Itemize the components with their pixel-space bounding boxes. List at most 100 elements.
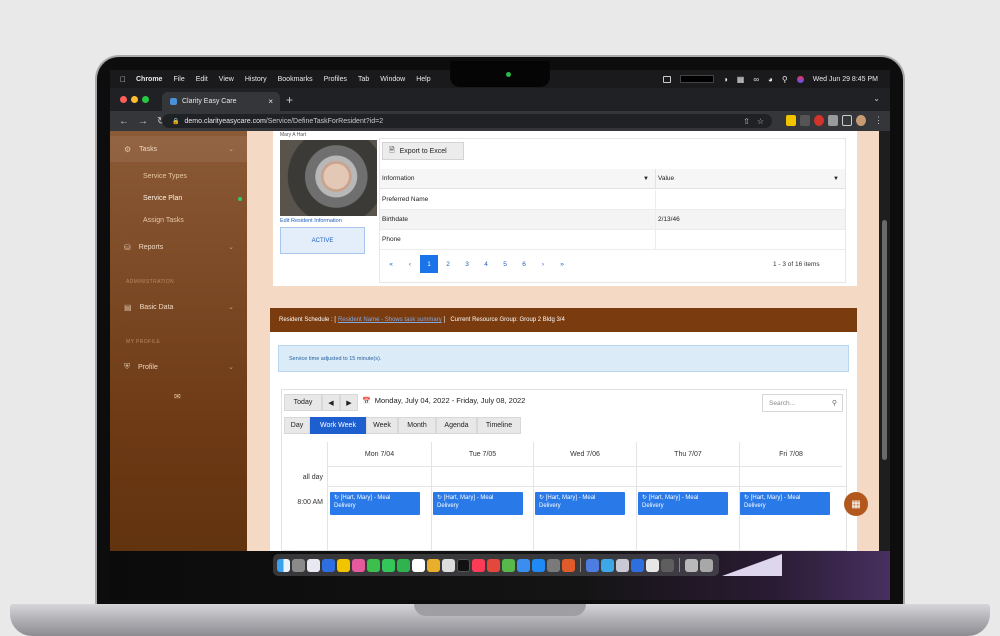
- search-input[interactable]: Search... ⚲: [762, 394, 843, 412]
- app-icon[interactable]: [616, 558, 629, 572]
- next-week-button[interactable]: ▶: [340, 394, 358, 411]
- status-icon[interactable]: [662, 75, 671, 83]
- day-header[interactable]: Fri 7/08: [739, 442, 842, 467]
- app-icon[interactable]: [457, 558, 470, 572]
- menu-profiles[interactable]: Profiles: [324, 76, 347, 83]
- pager-page-5[interactable]: 5: [496, 255, 514, 273]
- pager-prev-icon[interactable]: ‹: [401, 255, 419, 273]
- scrollbar-thumb[interactable]: [882, 220, 887, 460]
- new-tab-icon[interactable]: +: [286, 93, 293, 107]
- close-tab-icon[interactable]: ×: [268, 97, 273, 106]
- app-icon[interactable]: [661, 558, 674, 572]
- settings-icon[interactable]: [547, 558, 560, 572]
- filter-icon[interactable]: ▼: [643, 176, 649, 182]
- sidebar-subitem-assign-tasks[interactable]: Assign Tasks: [143, 217, 184, 224]
- control-icon[interactable]: ◑: [723, 75, 728, 84]
- day-header[interactable]: Thu 7/07: [636, 442, 739, 467]
- view-timeline-button[interactable]: Timeline: [477, 417, 521, 434]
- sidebar-item-tasks[interactable]: ⚙ Tasks ⌄: [110, 136, 247, 162]
- music-icon[interactable]: [472, 558, 485, 572]
- wifi-icon[interactable]: ◕: [768, 75, 773, 84]
- app-icon[interactable]: [631, 558, 644, 572]
- today-button[interactable]: Today: [284, 394, 322, 411]
- grid-status-icon[interactable]: ▦: [737, 75, 745, 84]
- finder-icon[interactable]: [277, 558, 290, 572]
- export-excel-button[interactable]: 🗎 Export to Excel: [382, 142, 464, 160]
- calendar-app-icon[interactable]: [412, 558, 425, 572]
- column-header-value[interactable]: Value ▼: [655, 169, 845, 189]
- menu-app-name[interactable]: Chrome: [136, 76, 162, 83]
- puzzle-extensions-icon[interactable]: [828, 115, 838, 126]
- view-work-week-button[interactable]: Work Week: [310, 417, 366, 434]
- edit-resident-link[interactable]: Edit Resident Information: [280, 218, 342, 224]
- calendar-event[interactable]: ↻ [Hart, Mary] - Meal Delivery: [740, 492, 830, 515]
- menu-file[interactable]: File: [173, 76, 184, 83]
- app-icon[interactable]: [562, 558, 575, 572]
- pager-first-icon[interactable]: «: [382, 255, 400, 273]
- sidebar-item-profile[interactable]: ⛨ Profile ⌄: [110, 354, 247, 380]
- pager-last-icon[interactable]: »: [553, 255, 571, 273]
- search-icon[interactable]: ⚲: [832, 399, 837, 407]
- app-icon[interactable]: [427, 558, 440, 572]
- apps-grid-icon[interactable]: ▦: [844, 492, 868, 516]
- pager-page-2[interactable]: 2: [439, 255, 457, 273]
- menu-view[interactable]: View: [219, 76, 234, 83]
- calendar-event[interactable]: ↻ [Hart, Mary] - Meal Delivery: [433, 492, 523, 515]
- extension-icon[interactable]: [814, 115, 824, 126]
- extension-icon[interactable]: [786, 115, 796, 126]
- launchpad-icon[interactable]: [292, 558, 305, 572]
- facetime-icon[interactable]: [397, 558, 410, 572]
- day-header[interactable]: Wed 7/06: [533, 442, 636, 467]
- app-icon[interactable]: [517, 558, 530, 572]
- calendar-event[interactable]: ↻ [Hart, Mary] - Meal Delivery: [535, 492, 625, 515]
- tab-search-chevron-icon[interactable]: ⌄: [873, 94, 880, 103]
- app-icon[interactable]: [601, 558, 614, 572]
- app-icon[interactable]: [337, 558, 350, 572]
- resident-summary-link[interactable]: Resident Name - Shows task summary: [338, 317, 442, 323]
- date-range[interactable]: 📅 Monday, July 04, 2022 - Friday, July 08…: [362, 396, 525, 405]
- app-store-icon[interactable]: [532, 558, 545, 572]
- search-spotlight-icon[interactable]: ⚲: [782, 75, 788, 84]
- calendar-event[interactable]: ↻ [Hart, Mary] - Meal Delivery: [330, 492, 420, 515]
- pager-page-6[interactable]: 6: [515, 255, 533, 273]
- window-zoom-button[interactable]: [142, 96, 149, 103]
- prev-week-button[interactable]: ◀: [322, 394, 340, 411]
- glasses-icon[interactable]: ∞: [753, 75, 759, 84]
- pager-page-1[interactable]: 1: [420, 255, 438, 273]
- apple-icon[interactable]: : [120, 75, 126, 84]
- day-header[interactable]: Mon 7/04: [327, 442, 431, 467]
- view-week-button[interactable]: Week: [366, 417, 398, 434]
- app-icon[interactable]: [487, 558, 500, 572]
- bookmark-star-icon[interactable]: ☆: [757, 117, 764, 126]
- app-icon[interactable]: [442, 558, 455, 572]
- status-bar-widget[interactable]: [679, 75, 714, 83]
- menubar-clock[interactable]: Wed Jun 29 8:45 PM: [813, 76, 878, 83]
- sidebar-subitem-service-plan[interactable]: Service Plan: [143, 195, 182, 202]
- app-icon[interactable]: [367, 558, 380, 572]
- trash-icon[interactable]: [700, 558, 713, 572]
- share-icon[interactable]: ⇧: [743, 117, 750, 126]
- menu-tab[interactable]: Tab: [358, 76, 369, 83]
- profile-avatar-icon[interactable]: [856, 115, 866, 126]
- app-icon[interactable]: [322, 558, 335, 572]
- calendar-event[interactable]: ↻ [Hart, Mary] - Meal Delivery: [638, 492, 728, 515]
- menu-history[interactable]: History: [245, 76, 267, 83]
- side-panel-icon[interactable]: [842, 115, 852, 126]
- messages-icon[interactable]: [382, 558, 395, 572]
- menu-bookmarks[interactable]: Bookmarks: [278, 76, 313, 83]
- pager-next-icon[interactable]: ›: [534, 255, 552, 273]
- downloads-stack-icon[interactable]: [685, 558, 698, 572]
- address-bar[interactable]: 🔒 demo.clarityeasycare.com/Service/Defin…: [162, 114, 772, 128]
- view-day-button[interactable]: Day: [284, 417, 310, 434]
- chrome-menu-icon[interactable]: ⋮: [874, 115, 883, 126]
- back-icon[interactable]: ←: [119, 116, 129, 127]
- filter-icon[interactable]: ▼: [833, 176, 839, 182]
- day-header[interactable]: Tue 7/05: [431, 442, 533, 467]
- window-minimize-button[interactable]: [131, 96, 138, 103]
- menu-edit[interactable]: Edit: [196, 76, 208, 83]
- pager-page-3[interactable]: 3: [458, 255, 476, 273]
- sidebar-item-reports[interactable]: ⛁ Reports ⌄: [110, 234, 247, 260]
- siri-icon[interactable]: [796, 75, 804, 83]
- browser-tab[interactable]: Clarity Easy Care ×: [162, 92, 280, 111]
- mail-app-icon[interactable]: [307, 558, 320, 572]
